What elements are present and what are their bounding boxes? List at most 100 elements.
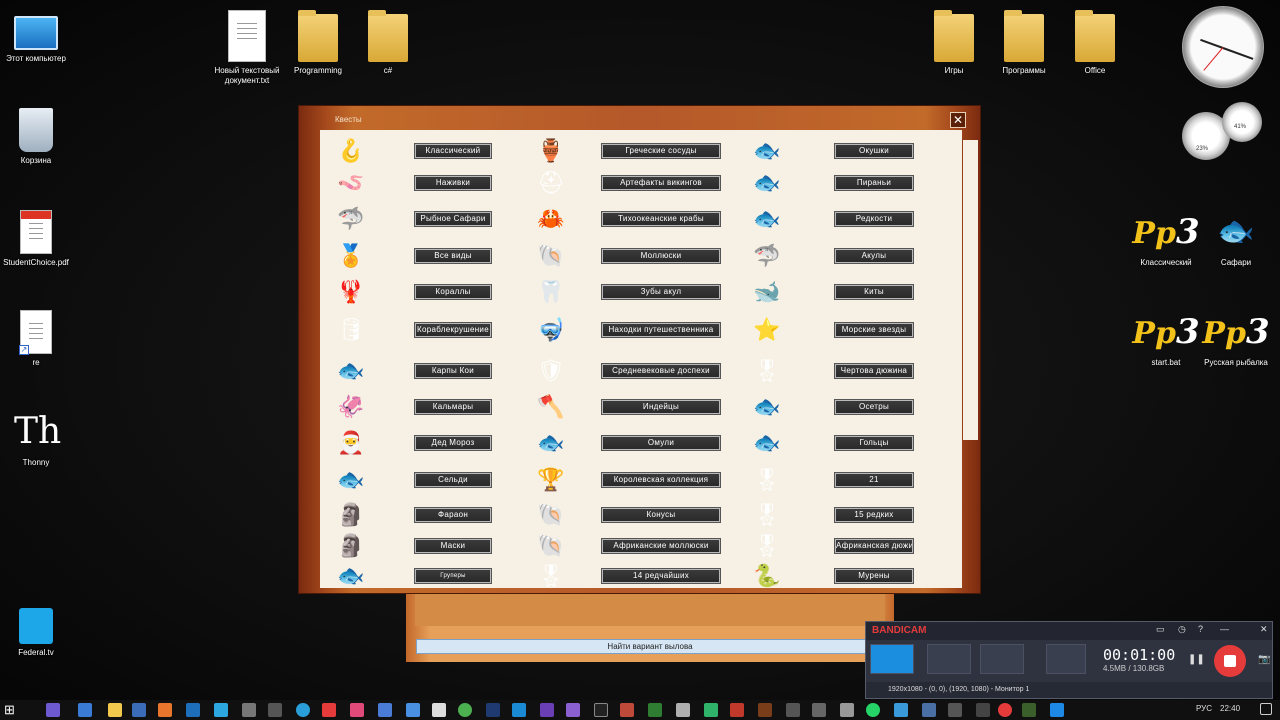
desktop-icon-games[interactable]: Игры (918, 10, 990, 76)
app-icon[interactable] (268, 703, 282, 717)
app-icon[interactable] (948, 703, 962, 717)
quest-col2-quest-button[interactable]: Зубы акул (602, 285, 720, 299)
quest-col1-quest-button[interactable]: Кораблекрушение (415, 323, 491, 337)
app-icon[interactable] (1022, 703, 1036, 717)
app-icon[interactable] (486, 703, 500, 717)
quest-col3-quest-button[interactable]: Мурены (835, 569, 913, 583)
quest-col3-quest-button[interactable]: 15 редких (835, 508, 913, 522)
quest-col2-quest-button[interactable]: Находки путешественника (602, 323, 720, 337)
app-icon[interactable] (894, 703, 908, 717)
app-icon[interactable] (676, 703, 690, 717)
app-icon[interactable] (78, 703, 92, 717)
desktop-icon-studentchoice[interactable]: StudentChoice.pdf (0, 210, 72, 268)
quest-col3-quest-button[interactable]: Акулы (835, 249, 913, 263)
app-icon[interactable] (512, 703, 526, 717)
app-icon[interactable] (1050, 703, 1064, 717)
app-icon[interactable] (322, 703, 336, 717)
quest-col1-quest-button[interactable]: Все виды (415, 249, 491, 263)
quest-col3-quest-button[interactable]: Чертова дюжина (835, 364, 913, 378)
app-icon[interactable] (704, 703, 718, 717)
desktop-icon-csharp[interactable]: c# (352, 10, 424, 76)
hdmi-mode-button[interactable] (980, 644, 1024, 674)
app-icon[interactable] (214, 703, 228, 717)
app-icon[interactable] (458, 703, 472, 717)
close-icon[interactable]: ✕ (1260, 624, 1268, 635)
quest-col3-quest-button[interactable]: Африканская дюжина (835, 539, 913, 553)
quest-col1-quest-button[interactable]: Сельди (415, 473, 491, 487)
quest-col1-quest-button[interactable]: Кораллы (415, 285, 491, 299)
minimize-icon[interactable]: — (1220, 624, 1229, 634)
notifications-icon[interactable] (1260, 703, 1272, 715)
quest-col3-quest-button[interactable]: Окушки (835, 144, 913, 158)
app-icon[interactable] (132, 703, 146, 717)
desktop-icon-programming[interactable]: Programming (282, 10, 354, 76)
quest-col1-quest-button[interactable]: Наживки (415, 176, 491, 190)
quest-col1-quest-button[interactable]: Кальмары (415, 400, 491, 414)
app-icon[interactable] (840, 703, 854, 717)
find-catch-button[interactable]: Найти вариант вылова (416, 639, 884, 654)
app-icon[interactable] (296, 703, 310, 717)
quest-col1-quest-button[interactable]: Карпы Кои (415, 364, 491, 378)
quest-col1-quest-button[interactable]: Рыбное Сафари (415, 212, 491, 226)
language-indicator[interactable]: РУС (1196, 704, 1212, 713)
memory-meter-gadget[interactable]: 41% (1222, 102, 1262, 142)
desktop-icon-rr3-classic[interactable]: Pp3 Классический (1130, 210, 1202, 268)
app-icon[interactable] (648, 703, 662, 717)
quest-col2-quest-button[interactable]: 14 редчайших (602, 569, 720, 583)
desktop-icon-new-text-doc[interactable]: Новый текстовый документ.txt (211, 10, 283, 86)
quest-col3-quest-button[interactable]: Осетры (835, 400, 913, 414)
app-icon[interactable] (158, 703, 172, 717)
stop-record-button[interactable] (1214, 645, 1246, 677)
folder-icon[interactable]: ▭ (1156, 624, 1165, 635)
quest-col1-quest-button[interactable]: Фараон (415, 508, 491, 522)
pause-icon[interactable]: ❚❚ (1188, 654, 1205, 665)
quest-col2-quest-button[interactable]: Омули (602, 436, 720, 450)
desktop-icon-this-pc[interactable]: Этот компьютер (0, 10, 72, 64)
quest-col2-quest-button[interactable]: Королевская коллекция (602, 473, 720, 487)
app-icon[interactable] (186, 703, 200, 717)
desktop-icon-safari[interactable]: 🐟 Сафари (1200, 210, 1272, 268)
app-icon[interactable] (922, 703, 936, 717)
clock-time[interactable]: 22:40 (1220, 704, 1240, 713)
quest-col2-quest-button[interactable]: Индейцы (602, 400, 720, 414)
desktop-icon-federal-tv[interactable]: Federal.tv (0, 608, 72, 658)
desktop-icon-programs[interactable]: Программы (988, 10, 1060, 76)
quest-col3-quest-button[interactable]: Гольцы (835, 436, 913, 450)
start-icon[interactable]: ⊞ (4, 703, 18, 717)
app-icon[interactable] (730, 703, 744, 717)
quest-col1-quest-button[interactable]: Классический (415, 144, 491, 158)
quest-col2-quest-button[interactable]: Африканские моллюски (602, 539, 720, 553)
quest-col1-quest-button[interactable]: Маски (415, 539, 491, 553)
quest-col2-quest-button[interactable]: Тихоокеанские крабы (602, 212, 720, 226)
clock-gadget[interactable] (1182, 6, 1264, 88)
app-icon[interactable] (378, 703, 392, 717)
camera-icon[interactable]: 📷 (1258, 654, 1270, 665)
quest-col2-quest-button[interactable]: Конусы (602, 508, 720, 522)
desktop-icon-thonny[interactable]: Th Thonny (0, 410, 72, 468)
timer-icon[interactable]: ◷ (1178, 624, 1186, 635)
app-icon[interactable] (758, 703, 772, 717)
quest-col2-quest-button[interactable]: Моллюски (602, 249, 720, 263)
webcam-button[interactable] (1046, 644, 1086, 674)
quest-col1-quest-button[interactable]: Дед Мороз (415, 436, 491, 450)
desktop-icon-re[interactable]: ↗ re (0, 310, 72, 368)
app-icon[interactable] (620, 703, 634, 717)
desktop-icon-office[interactable]: Office (1059, 10, 1131, 76)
app-icon[interactable] (566, 703, 580, 717)
screen-mode-button[interactable] (870, 644, 914, 674)
app-icon[interactable] (812, 703, 826, 717)
game-mode-button[interactable] (927, 644, 971, 674)
app-icon[interactable] (432, 703, 446, 717)
bandicam-taskbar-icon[interactable] (998, 703, 1012, 717)
quest-col2-quest-button[interactable]: Средневековые доспехи (602, 364, 720, 378)
app-icon[interactable] (406, 703, 420, 717)
app-icon[interactable] (108, 703, 122, 717)
app-icon[interactable] (976, 703, 990, 717)
help-icon[interactable]: ? (1198, 624, 1203, 634)
app-icon[interactable] (594, 703, 608, 717)
quest-col3-quest-button[interactable]: Редкости (835, 212, 913, 226)
app-icon[interactable] (46, 703, 60, 717)
quest-col2-quest-button[interactable]: Греческие сосуды (602, 144, 720, 158)
quest-col3-quest-button[interactable]: Пираньи (835, 176, 913, 190)
quest-col1-quest-button[interactable]: Груперы (415, 569, 491, 583)
